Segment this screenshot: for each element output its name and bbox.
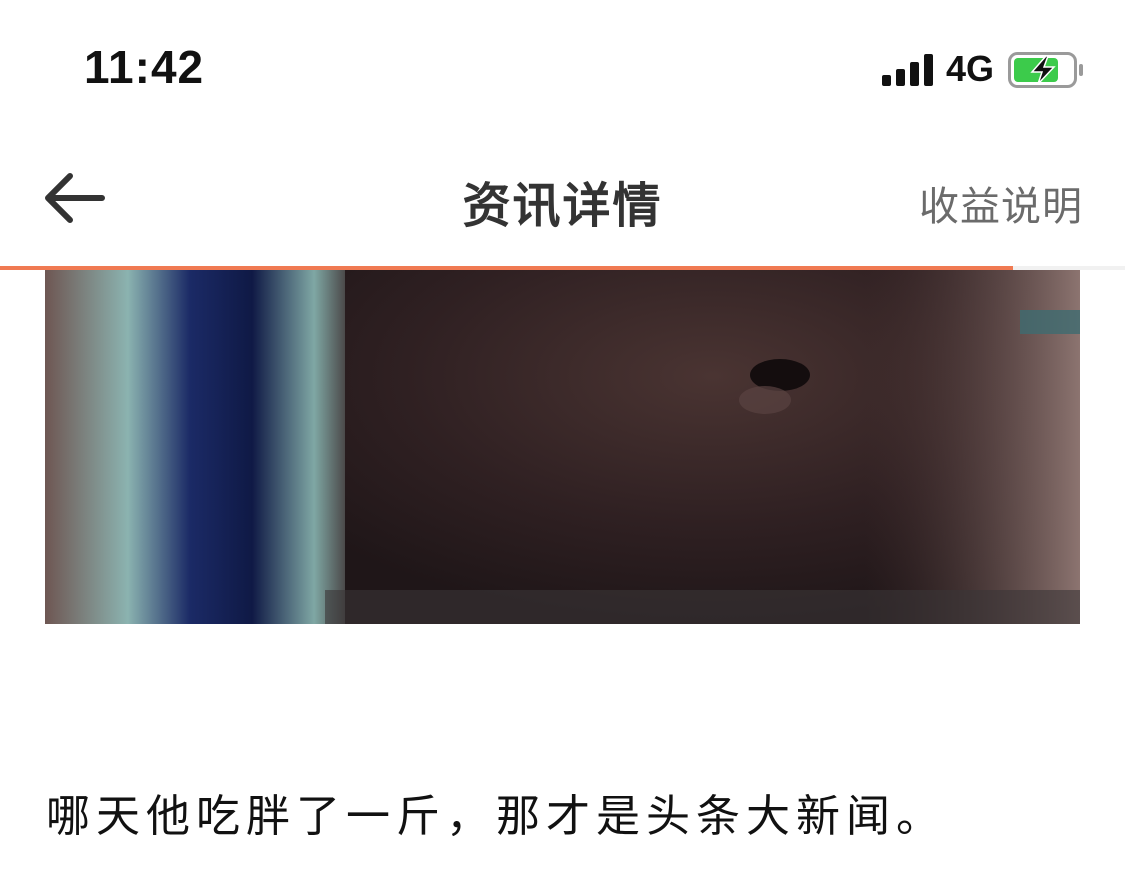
earnings-info-link[interactable]: 收益说明 <box>919 174 1083 232</box>
network-type: 4G <box>946 48 995 89</box>
signal-strength-icon <box>882 54 934 86</box>
status-bar: 11:42 4G <box>0 0 1125 130</box>
status-time: 11:42 <box>84 41 205 93</box>
article-animated-image[interactable] <box>45 270 1080 624</box>
battery-charging-icon <box>1008 52 1083 88</box>
article-image-content <box>45 270 1080 624</box>
article-paragraph: 哪天他吃胖了一斤，那才是头条大新闻。 <box>46 791 946 842</box>
nav-bar: 资讯详情 收益说明 <box>0 130 1125 266</box>
